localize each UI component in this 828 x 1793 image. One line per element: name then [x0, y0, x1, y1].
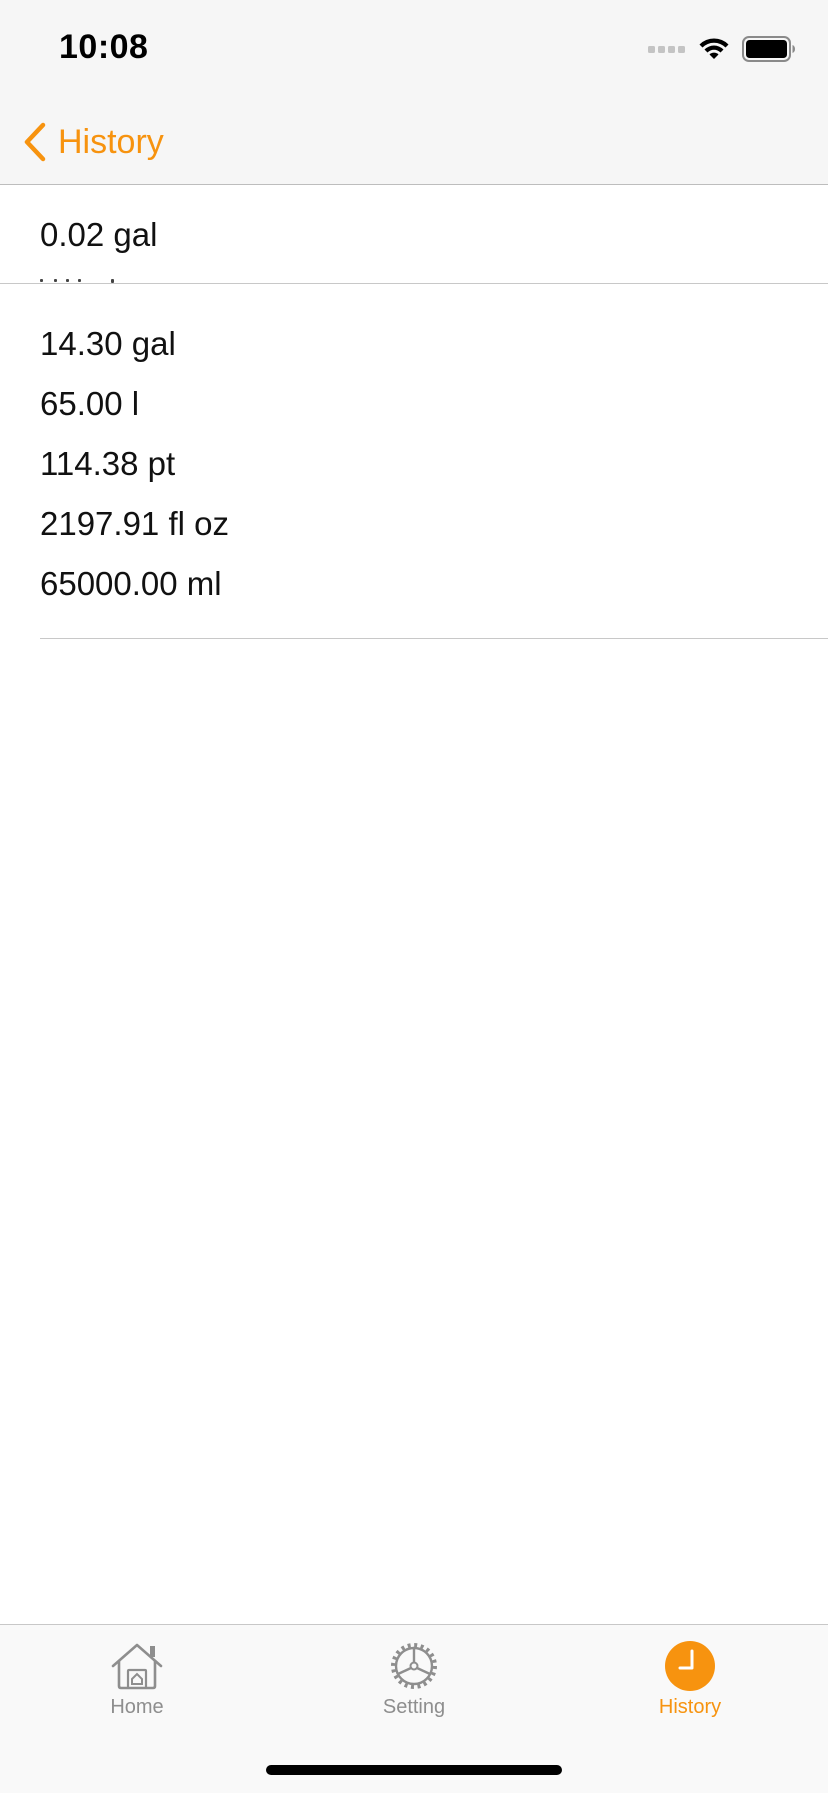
tab-home-label: Home [110, 1696, 164, 1718]
conversion-milliliters: 65000.00 ml [40, 565, 222, 602]
history-list[interactable]: 0.02 gal 14.30 gal 65.00 l 114.38 pt 219… [0, 185, 828, 639]
history-entry-header[interactable]: 0.02 gal [0, 185, 828, 284]
clock-icon [663, 1639, 717, 1693]
conversion-liters: 65.00 l [40, 385, 140, 422]
status-icons [648, 34, 796, 64]
battery-icon [742, 36, 795, 62]
tab-home[interactable]: Home [57, 1639, 217, 1731]
home-indicator [266, 1765, 562, 1775]
wifi-icon [699, 38, 729, 59]
back-button-label: History [58, 122, 164, 161]
tab-history[interactable]: History [610, 1639, 770, 1731]
conversion-results: 14.30 gal 65.00 l 114.38 pt 2197.91 fl o… [40, 284, 828, 639]
status-bar: 10:08 [0, 0, 828, 100]
home-icon [110, 1639, 164, 1693]
tab-setting-label: Setting [382, 1696, 446, 1718]
status-time: 10:08 [59, 28, 149, 66]
history-entry-value: 0.02 gal [40, 216, 158, 253]
conversion-fluid-ounces: 2197.91 fl oz [40, 505, 229, 542]
tab-setting[interactable]: Setting [334, 1639, 494, 1731]
navigation-bar: History [0, 100, 828, 185]
cellular-signal-icon [648, 46, 685, 53]
conversion-gallons: 14.30 gal [40, 325, 176, 362]
conversion-pints: 114.38 pt [40, 445, 176, 482]
gear-icon [387, 1639, 441, 1693]
tab-history-label: History [658, 1696, 722, 1718]
back-button[interactable]: History [22, 118, 164, 166]
clipped-text-fragment [40, 279, 120, 283]
chevron-left-icon [24, 122, 46, 162]
